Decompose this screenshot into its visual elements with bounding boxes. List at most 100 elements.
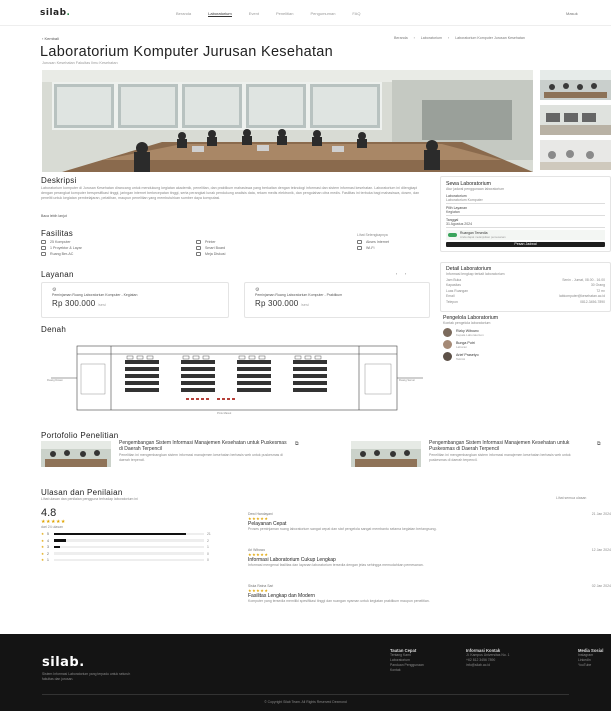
manager-role: Kepala Laboratorium xyxy=(456,332,484,337)
rating-summary: 4.8 ★ ★ ★ ★ ★ dari 24 ulasan ★ 5 21 ★ 4 2 ★ 3 1 ★ 2… xyxy=(41,507,231,562)
reviews-heading: Ulasan dan Penilaian xyxy=(41,488,123,497)
distribution-bar-fill xyxy=(54,545,61,549)
air-conditioner-icon xyxy=(41,252,46,256)
nav-beranda[interactable]: Beranda xyxy=(176,11,191,17)
manager-name: Bunga Putri xyxy=(456,340,475,345)
hero-photo[interactable] xyxy=(42,70,533,172)
facilities-heading: Fasilitas xyxy=(41,229,74,238)
service-name: Peminjaman Ruang Laboratorium Komputer -… xyxy=(52,293,138,297)
back-link[interactable]: ‹ Kembali xyxy=(42,36,59,41)
floorplan[interactable]: Ruang Dosen Ruang Server Pintu Masuk xyxy=(41,334,433,420)
review-count: dari 24 ulasan xyxy=(41,525,63,529)
manager-item[interactable]: Bunga Putri Laboran xyxy=(443,340,608,349)
review-date: 12 Jan 2024 xyxy=(591,548,611,552)
portfolio-photo xyxy=(41,441,111,467)
breadcrumb-separator: › xyxy=(413,36,415,40)
detail-row: Kapasitas 30 Orang xyxy=(446,283,605,288)
description-heading: Deskripsi xyxy=(41,176,77,185)
review-item: Ari Wibowo ★★★★★ Informasi Laboratorium … xyxy=(248,548,611,575)
monitor-icon xyxy=(41,240,46,244)
review-date: 02 Jan 2024 xyxy=(591,584,611,588)
manager-role: Teknisi xyxy=(456,356,466,361)
facilities-column: Printer Smart Board Meja Diskusi xyxy=(196,240,225,256)
footer: silab. Sistem Informasi Laboratorium yan… xyxy=(0,634,611,711)
description-text: Laboratorium komputer di Jurusan Kesehat… xyxy=(41,186,420,201)
logo[interactable]: silab. xyxy=(40,8,70,18)
read-more-link[interactable]: Baca lebih lanjut xyxy=(41,214,67,218)
avatar xyxy=(443,352,452,361)
manager-item[interactable]: Arief Prasetyo Teknisi xyxy=(443,352,608,361)
copyright: © Copyright Silab Team. All Rights Reser… xyxy=(264,700,347,704)
book-button[interactable]: Pesan Jadwal xyxy=(446,242,605,247)
detail-row: Telepon 0812-3456-7890 xyxy=(446,299,605,304)
facility-item: Akses Internet xyxy=(357,240,389,244)
detail-row: Luas Ruangan 72 m² xyxy=(446,288,605,293)
breadcrumb-current: Laboratorium Komputer Jurusan Kesehatan xyxy=(455,36,525,40)
detail-row: Jam Buka Senin - Jumat, 08.00 - 16.00 xyxy=(446,278,605,282)
service-price: Rp 300.000 /sesi xyxy=(255,298,310,308)
nav-pengumuman[interactable]: Pengumuman xyxy=(311,11,336,17)
service-card[interactable]: ⚙ Peminjaman Ruang Laboratorium Komputer… xyxy=(244,282,430,318)
managers-list: Rizky Wibowo Kepala Laboratorium Bunga Pu… xyxy=(443,328,608,361)
footer-column: Media Sosial Instagram LinkedIn YouTube xyxy=(578,648,611,668)
managers-subtitle: Kontak pengelola laboratorium xyxy=(443,321,491,325)
services-next-button[interactable]: › xyxy=(405,272,406,276)
footer-link[interactable]: Kontak xyxy=(390,668,450,673)
portfolio-description: Penelitian ini mengembangkan sistem info… xyxy=(429,453,571,462)
service-select[interactable]: Kegiatan xyxy=(446,210,605,216)
table-icon xyxy=(196,252,201,256)
review-text: Komputer yang tersedia memiliki spesifik… xyxy=(248,599,430,603)
nav-penelitian[interactable]: Penelitian xyxy=(276,11,294,17)
footer-social-link[interactable]: YouTube xyxy=(578,663,611,668)
login-link[interactable]: Masuk xyxy=(566,11,578,16)
toggle-icon xyxy=(448,233,457,237)
portfolio-card[interactable]: Pengembangan Sistem Informasi Manajemen … xyxy=(351,440,611,475)
lab-select[interactable]: Laboratorium Komputer xyxy=(446,198,605,204)
services-prev-button[interactable]: ‹ xyxy=(396,272,397,276)
distribution-row: ★ 3 1 xyxy=(41,545,209,549)
hero-photo-illustration xyxy=(42,70,533,172)
footer-contact-item[interactable]: info@silab.ac.id xyxy=(466,663,558,668)
breadcrumb-separator: › xyxy=(447,36,450,40)
external-link-icon[interactable]: ⧉ xyxy=(295,441,299,475)
review-list: Dewi Handayani ★★★★★ Pelayanan Cepat Pro… xyxy=(248,512,611,611)
distribution-row: ★ 2 0 xyxy=(41,551,209,556)
floorplan-drawing xyxy=(41,334,433,420)
thumbnail-photo xyxy=(540,105,611,135)
facility-item: Meja Diskusi xyxy=(196,252,225,256)
booking-card: Sewa Laboratorium Atur jadwal penggunaan… xyxy=(440,176,611,252)
distribution-row: ★ 4 2 xyxy=(41,538,209,543)
footer-tagline: Sistem Informasi Laboratorium yang terpa… xyxy=(42,672,131,681)
nav-event[interactable]: Event xyxy=(249,11,259,17)
portfolio-card[interactable]: Pengembangan Sistem Informasi Manajemen … xyxy=(41,440,321,475)
services-heading: Layanan xyxy=(41,270,74,279)
rating-distribution: ★ 5 21 ★ 4 2 ★ 3 1 ★ 2 0 ★ 1 0 xyxy=(41,532,231,562)
portfolio-photo xyxy=(351,441,421,467)
external-link-icon[interactable]: ⧉ xyxy=(597,441,601,475)
service-card[interactable]: ⚙ Peminjaman Ruang Laboratorium Komputer… xyxy=(41,282,229,318)
facilities-column: Akses Internet Wi-Fi xyxy=(357,240,389,250)
thumbnail-photo xyxy=(540,70,611,100)
manager-item[interactable]: Rizky Wibowo Kepala Laboratorium xyxy=(443,328,608,337)
distribution-bar xyxy=(54,552,205,555)
manager-name: Arief Prasetyo xyxy=(456,352,479,357)
star-icon: ★ xyxy=(41,551,45,556)
facilities-see-all[interactable]: Lihat Selengkapnya xyxy=(357,233,388,237)
distribution-row: ★ 1 0 xyxy=(41,558,209,562)
gallery-thumbnail[interactable] xyxy=(540,140,611,170)
distribution-row: ★ 5 21 xyxy=(41,532,211,536)
nav-laboratorium[interactable]: Laboratorium xyxy=(208,11,232,17)
date-picker[interactable]: 31 Agustus 2024 xyxy=(446,222,605,228)
facility-item: Wi-Fi xyxy=(357,246,389,250)
nav-faq[interactable]: FAQ xyxy=(352,11,360,17)
portfolio-image xyxy=(41,441,111,467)
review-item: Dewi Handayani ★★★★★ Pelayanan Cepat Pro… xyxy=(248,512,611,539)
lab-details-card: Detail Laboratorium Informasi lengkap te… xyxy=(440,262,611,312)
footer-logo[interactable]: silab. xyxy=(42,655,85,670)
reviews-see-all[interactable]: Lihat semua ulasan xyxy=(556,496,586,500)
breadcrumb-home[interactable]: Beranda xyxy=(394,36,408,40)
gallery-thumbnail[interactable] xyxy=(540,105,611,135)
star-icon: ★ xyxy=(41,545,45,549)
breadcrumb-lab[interactable]: Laboratorium xyxy=(421,36,442,40)
gallery-thumbnail[interactable] xyxy=(540,70,611,100)
